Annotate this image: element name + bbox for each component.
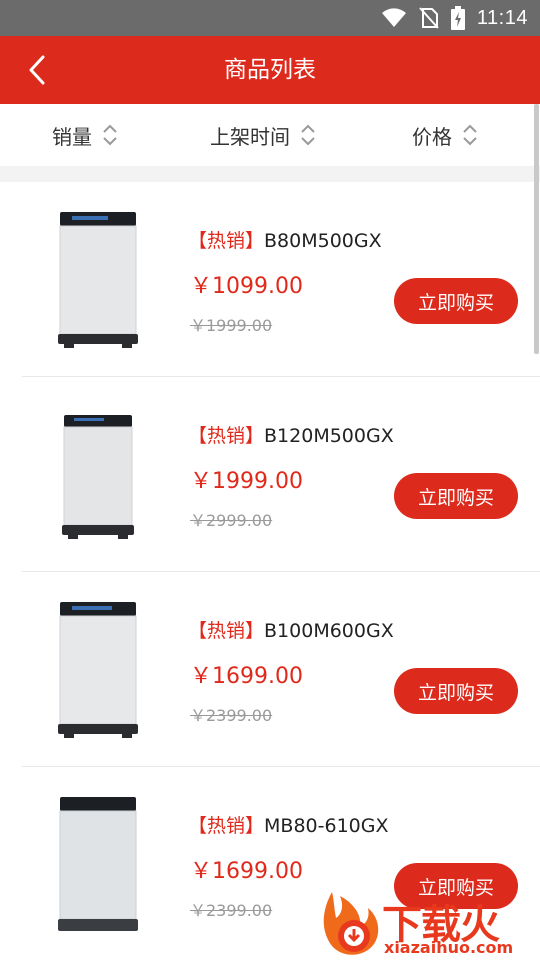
back-button[interactable] xyxy=(18,50,58,90)
washing-machine-image xyxy=(58,212,138,348)
product-name: 【热销】MB80-610GX xyxy=(188,811,388,838)
sort-label-price: 价格 xyxy=(412,124,452,149)
status-icons: 11:14 xyxy=(381,0,528,36)
product-name: 【热销】B100M600GX xyxy=(188,616,394,643)
flame-logo-icon xyxy=(323,892,379,955)
product-model: B100M600GX xyxy=(264,620,394,642)
hot-tag: 【热销】 xyxy=(188,620,265,642)
product-model: B80M500GX xyxy=(264,230,382,252)
product-item[interactable]: 【热销】B120M500GX ￥1999.00 ￥2999.00 立即购买 xyxy=(0,377,540,572)
product-original-price: ￥2999.00 xyxy=(190,511,273,530)
scrollbar[interactable] xyxy=(534,104,539,354)
buy-now-button[interactable]: 立即购买 xyxy=(394,473,518,519)
product-price: ￥1699.00 xyxy=(190,664,303,689)
sort-label-sales: 销量 xyxy=(52,124,92,149)
sort-arrows-icon xyxy=(462,123,478,147)
product-name: 【热销】B120M500GX xyxy=(188,421,394,448)
product-item[interactable]: 【热销】B80M500GX ￥1099.00 ￥1999.00 立即购买 xyxy=(0,182,540,377)
sort-arrows-icon xyxy=(102,123,118,147)
sort-arrows-icon xyxy=(300,123,316,147)
washing-machine-image xyxy=(58,602,138,738)
no-sim-icon xyxy=(419,7,439,29)
product-model: B120M500GX xyxy=(264,425,394,447)
hot-tag: 【热销】 xyxy=(188,425,265,447)
hot-tag: 【热销】 xyxy=(188,230,265,252)
chevron-left-icon xyxy=(29,55,45,85)
sort-label-listing-time: 上架时间 xyxy=(210,124,290,149)
sort-by-sales[interactable]: 销量 xyxy=(52,104,118,166)
wifi-icon xyxy=(381,8,406,27)
product-original-price: ￥2399.00 xyxy=(190,706,273,725)
product-price: ￥1699.00 xyxy=(190,859,303,884)
buy-now-button[interactable]: 立即购买 xyxy=(394,668,518,714)
status-time: 11:14 xyxy=(476,6,528,29)
status-bar: 11:14 xyxy=(0,0,540,36)
page-title: 商品列表 xyxy=(224,57,316,83)
buy-now-button[interactable]: 立即购买 xyxy=(394,278,518,324)
washing-machine-image xyxy=(62,415,134,539)
product-price: ￥1999.00 xyxy=(190,469,303,494)
sort-by-price[interactable]: 价格 xyxy=(412,104,478,166)
watermark-domain: xiazaihuo.com xyxy=(384,938,514,957)
battery-charging-icon xyxy=(450,6,465,30)
watermark: 下载火 xiazaihuo.com xyxy=(318,888,540,960)
sort-by-listing-time[interactable]: 上架时间 xyxy=(210,104,316,166)
product-price: ￥1099.00 xyxy=(190,274,303,299)
product-item[interactable]: 【热销】B100M600GX ￥1699.00 ￥2399.00 立即购买 xyxy=(0,572,540,767)
washing-machine-image xyxy=(58,797,138,931)
product-original-price: ￥2399.00 xyxy=(190,901,273,920)
sort-bar: 销量 上架时间 价格 xyxy=(0,104,540,166)
app-bar: 商品列表 xyxy=(0,36,540,104)
product-name: 【热销】B80M500GX xyxy=(188,226,382,253)
product-model: MB80-610GX xyxy=(264,815,389,837)
section-gap xyxy=(0,166,540,182)
product-original-price: ￥1999.00 xyxy=(190,316,273,335)
hot-tag: 【热销】 xyxy=(188,815,265,837)
